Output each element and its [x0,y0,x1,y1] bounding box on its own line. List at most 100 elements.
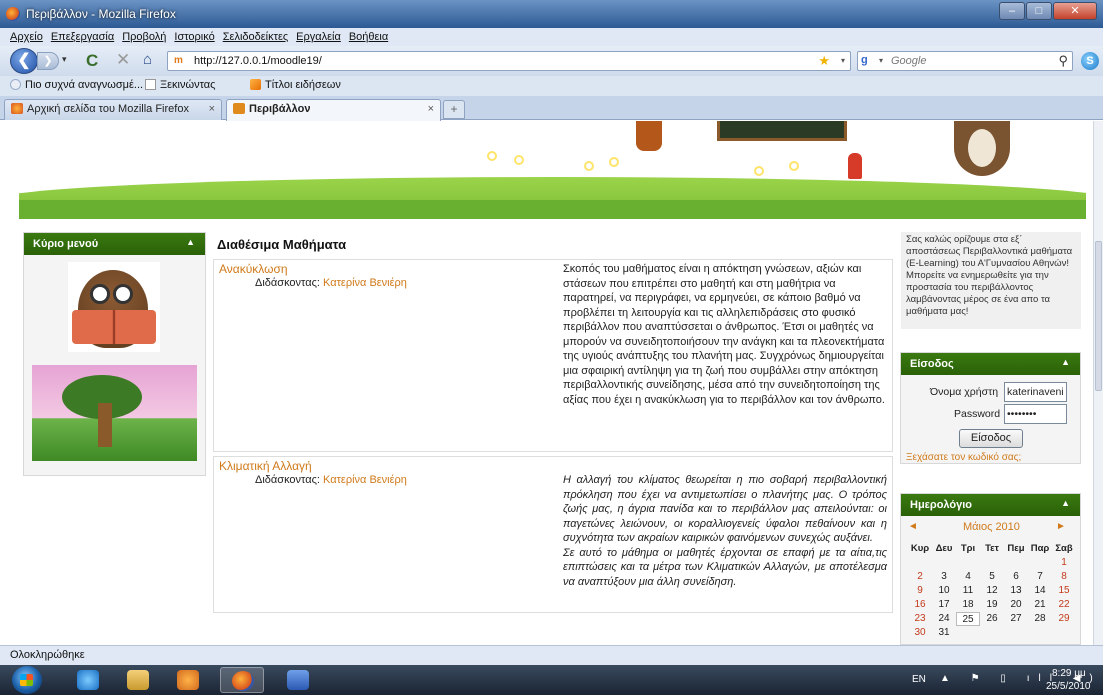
menu-file[interactable]: Αρχείο [0,28,47,43]
calendar-title: Ημερολόγιο [910,499,973,511]
menu-help[interactable]: Βοήθεια [345,28,392,43]
calendar-day[interactable]: 8 [1052,570,1076,584]
collapse-icon[interactable]: ▲ [1061,498,1070,508]
main-menu-header: Κύριο μενού ▲ [24,233,205,255]
clock-time[interactable]: 8:29 μμ [1052,668,1086,679]
login-submit-button[interactable]: Είσοδος [959,429,1023,448]
language-indicator[interactable]: EN [912,674,926,685]
calendar-day[interactable]: 12 [980,584,1004,598]
course-link-recycling[interactable]: Ανακύκλωση [219,262,288,276]
home-icon[interactable]: ⌂ [143,51,152,68]
url-text[interactable]: http://127.0.0.1/moodle19/ [194,55,322,67]
vertical-scrollbar[interactable] [1093,121,1103,645]
calendar-month[interactable]: Μάιος 2010 [963,521,1020,533]
calendar-week-row: 2345678 [908,570,1076,584]
menu-tools[interactable]: Εργαλεία [292,28,345,43]
search-bar[interactable]: g ▾ Google ⚲ [857,51,1073,71]
next-month-button[interactable]: ► [1056,521,1066,532]
calendar-weekday-row: Κυρ Δευ Τρι Τετ Πεμ Παρ Σαβ [908,542,1076,556]
taskbar-word[interactable] [276,667,320,693]
calendar-day[interactable]: 9 [908,584,932,598]
calendar-day[interactable]: 5 [980,570,1004,584]
close-button[interactable]: ✕ [1053,2,1097,20]
taskbar-media-player[interactable] [166,667,210,693]
prev-month-button[interactable]: ◄ [908,521,918,532]
calendar-day[interactable]: 29 [1052,612,1076,626]
taskbar-firefox[interactable] [220,667,264,693]
calendar-day[interactable]: 11 [956,584,980,598]
course-teacher: Διδάσκοντας: Κατερίνα Βενιέρη [255,277,407,289]
calendar-day[interactable]: 20 [1004,598,1028,612]
clock-date[interactable]: 25/5/2010 [1046,681,1091,692]
calendar-day[interactable]: 21 [1028,598,1052,612]
calendar-day[interactable]: 18 [956,598,980,612]
calendar-day[interactable]: 25 [956,612,980,626]
calendar-day[interactable]: 4 [956,570,980,584]
skype-icon[interactable]: S [1081,52,1099,70]
tab-firefox-home[interactable]: Αρχική σελίδα του Mozilla Firefox × [4,99,222,120]
course-summary: Η αλλαγή του κλίματος θεωρείται η πιο σο… [563,474,887,588]
tab-close-icon[interactable]: × [428,103,434,115]
start-button[interactable] [12,666,42,694]
scrollbar-thumb[interactable] [1095,241,1102,391]
calendar-day[interactable]: 24 [932,612,956,626]
teacher-link[interactable]: Κατερίνα Βενιέρη [323,474,407,486]
tab-environment[interactable]: Περιβάλλον × [226,99,441,121]
calendar-day[interactable]: 31 [932,626,956,640]
google-icon[interactable]: g [861,54,877,68]
taskbar-ie[interactable] [66,667,110,693]
search-icon[interactable]: ⚲ [1058,53,1068,69]
bookmark-getting-started[interactable]: Ξεκινώντας [145,79,215,91]
banner-owl [954,121,1010,176]
menu-history[interactable]: Ιστορικό [170,28,218,43]
calendar-day[interactable]: 27 [1004,612,1028,626]
calendar-day[interactable]: 16 [908,598,932,612]
calendar-day[interactable]: 1 [1052,556,1076,570]
teacher-link[interactable]: Κατερίνα Βενιέρη [323,277,407,289]
history-dropdown-icon[interactable]: ▾ [62,54,67,65]
calendar-day[interactable]: 22 [1052,598,1076,612]
main-menu-title: Κύριο μενού [33,238,99,250]
bookmark-latest-headlines[interactable]: Τίτλοι ειδήσεων [250,79,341,91]
menu-view[interactable]: Προβολή [118,28,170,43]
search-placeholder[interactable]: Google [891,55,926,67]
bookmark-most-visited[interactable]: Πιο συχνά αναγνωσμέ... [10,79,143,91]
address-bar[interactable]: m http://127.0.0.1/moodle19/ ★ ▾ [167,51,851,71]
calendar-day[interactable]: 10 [932,584,956,598]
search-engine-dropdown-icon[interactable]: ▾ [879,56,883,65]
calendar-day[interactable]: 23 [908,612,932,626]
calendar-day[interactable]: 28 [1028,612,1052,626]
calendar-day[interactable]: 30 [908,626,932,640]
calendar-day[interactable]: 14 [1028,584,1052,598]
maximize-button[interactable]: □ [1026,2,1052,20]
calendar-day[interactable]: 15 [1052,584,1076,598]
password-field[interactable]: •••••••• [1004,404,1067,424]
menu-bookmarks[interactable]: Σελιδοδείκτες [219,28,292,43]
calendar-day[interactable]: 26 [980,612,1004,626]
back-button[interactable]: ❮ [10,48,38,74]
url-dropdown-icon[interactable]: ▾ [841,56,845,65]
calendar-day[interactable]: 6 [1004,570,1028,584]
course-link-climate-change[interactable]: Κλιματική Αλλαγή [219,459,312,473]
username-field[interactable]: katerinaveni [1004,382,1067,402]
collapse-icon[interactable]: ▲ [1061,357,1070,367]
calendar-day[interactable]: 3 [932,570,956,584]
forward-button[interactable]: ❯ [37,52,59,70]
calendar-day[interactable]: 19 [980,598,1004,612]
menu-edit[interactable]: Επεξεργασία [47,28,118,43]
bookmark-star-icon[interactable]: ★ [818,53,830,69]
calendar-day[interactable]: 17 [932,598,956,612]
new-tab-button[interactable]: + [443,100,465,119]
calendar-day[interactable]: 13 [1004,584,1028,598]
tab-close-icon[interactable]: × [209,103,215,115]
taskbar-explorer[interactable] [116,667,160,693]
minimize-button[interactable]: – [999,2,1025,20]
reload-icon[interactable]: C [86,51,98,71]
banner-child [848,153,862,179]
calendar-empty-cell [980,626,1004,640]
calendar-day[interactable]: 7 [1028,570,1052,584]
calendar-day[interactable]: 2 [908,570,932,584]
collapse-icon[interactable]: ▲ [186,237,195,247]
stop-icon[interactable]: ✕ [116,50,130,70]
forgot-password-link[interactable]: Ξεχάσατε τον κωδικό σας; [906,452,1021,463]
